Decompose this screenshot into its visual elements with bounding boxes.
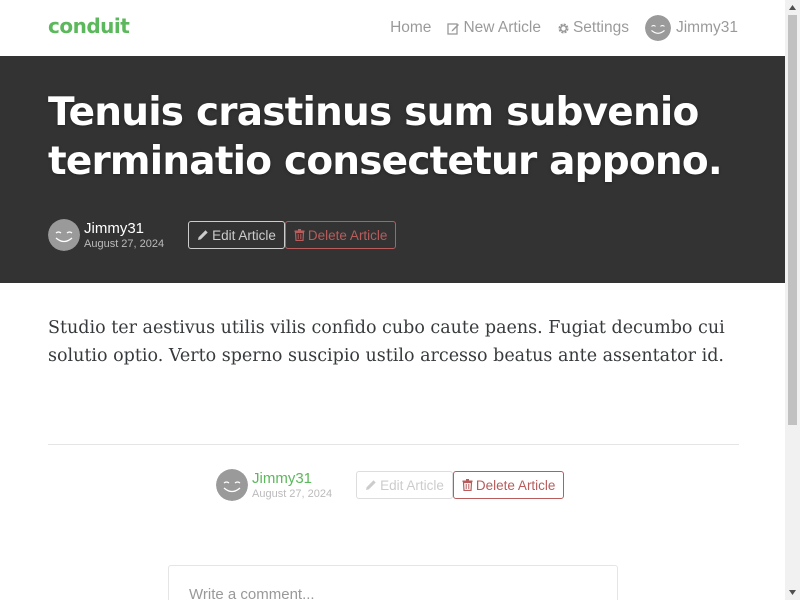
author-info: Jimmy31 August 27, 2024 xyxy=(252,470,332,501)
comment-input[interactable]: Write a comment... xyxy=(189,586,315,600)
nav-settings[interactable]: Settings xyxy=(549,19,637,37)
author-name[interactable]: Jimmy31 xyxy=(84,220,164,237)
article-meta-bottom: Jimmy31 August 27, 2024 Edit Article Del… xyxy=(216,469,565,501)
article-date: August 27, 2024 xyxy=(84,237,165,250)
nav-new-article[interactable]: New Article xyxy=(439,19,549,37)
edit-icon xyxy=(447,22,460,35)
delete-article-button[interactable]: Delete Article xyxy=(284,221,397,249)
delete-article-button[interactable]: Delete Article xyxy=(452,471,565,499)
article-meta-top: Jimmy31 August 27, 2024 Edit Article Del… xyxy=(48,219,397,251)
nav-profile-label: Jimmy31 xyxy=(675,19,738,36)
scroll-up-arrow-icon[interactable] xyxy=(785,0,800,15)
author-name[interactable]: Jimmy31 xyxy=(252,470,332,487)
scrollbar-thumb[interactable] xyxy=(788,15,797,425)
trash-icon xyxy=(294,229,305,241)
navbar: conduit Home New Article Settings Jimmy3… xyxy=(0,0,785,56)
article-title: Tenuis crastinus sum subvenio terminatio… xyxy=(48,90,723,184)
author-avatar[interactable] xyxy=(48,219,80,251)
divider xyxy=(48,444,739,445)
delete-article-label: Delete Article xyxy=(475,477,556,493)
brand-logo[interactable]: conduit xyxy=(48,14,130,38)
nav-home[interactable]: Home xyxy=(382,19,439,37)
edit-article-button[interactable]: Edit Article xyxy=(356,471,453,499)
article-actions-bottom: Edit Article Delete Article xyxy=(356,471,565,499)
comment-form: Write a comment... xyxy=(168,565,618,600)
scrollbar[interactable] xyxy=(785,0,800,600)
nav-home-label: Home xyxy=(390,19,432,36)
author-avatar[interactable] xyxy=(216,469,248,501)
avatar xyxy=(644,15,671,41)
gear-icon xyxy=(557,22,570,35)
pencil-icon xyxy=(197,229,209,241)
article-banner: Tenuis crastinus sum subvenio terminatio… xyxy=(0,56,785,283)
nav-links: Home New Article Settings Jimmy31 xyxy=(382,0,738,56)
edit-article-label: Edit Article xyxy=(212,227,276,243)
edit-article-label: Edit Article xyxy=(380,477,444,493)
article-body: Studio ter aestivus utilis vilis confido… xyxy=(48,318,725,366)
article-actions-top: Edit Article Delete Article xyxy=(188,221,397,249)
nav-new-article-label: New Article xyxy=(463,19,541,36)
edit-article-button[interactable]: Edit Article xyxy=(188,221,285,249)
delete-article-label: Delete Article xyxy=(307,227,388,243)
nav-settings-label: Settings xyxy=(572,19,629,36)
pencil-icon xyxy=(365,479,377,491)
scroll-down-arrow-icon[interactable] xyxy=(785,585,800,600)
author-info: Jimmy31 August 27, 2024 xyxy=(84,220,164,251)
trash-icon xyxy=(462,479,473,491)
article-date: August 27, 2024 xyxy=(252,487,333,500)
nav-profile[interactable]: Jimmy31 xyxy=(637,15,738,41)
